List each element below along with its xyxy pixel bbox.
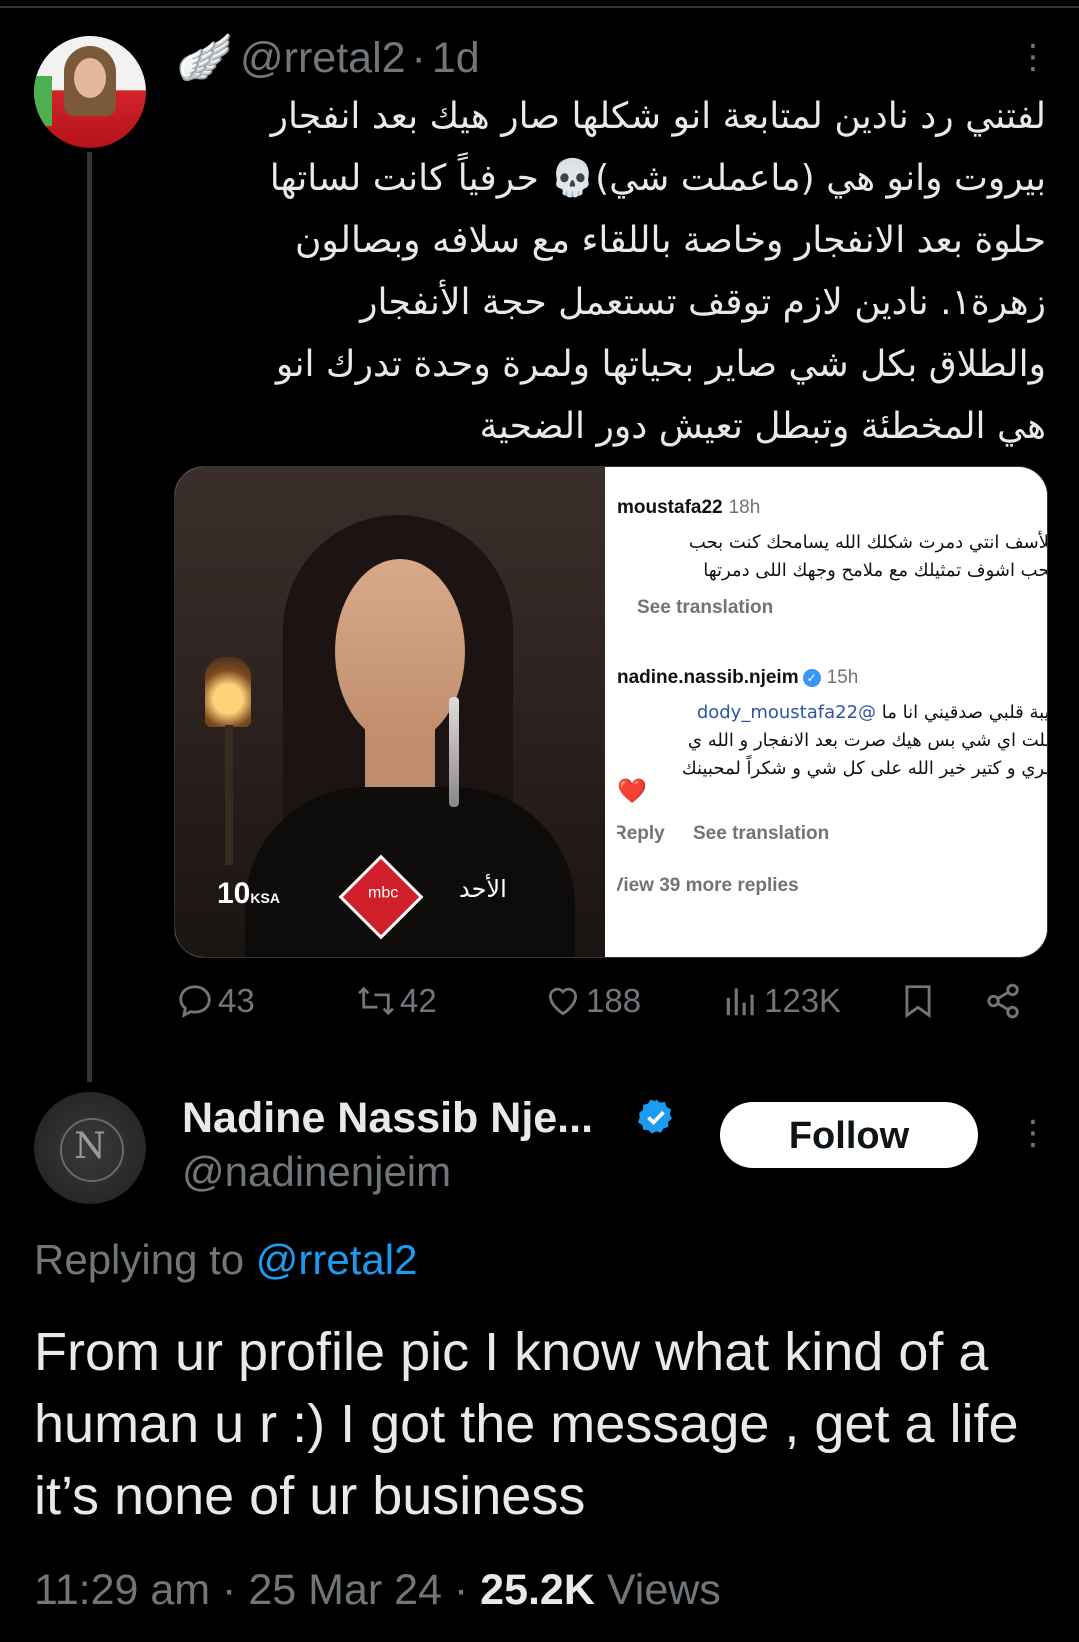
- channel-number: 10: [217, 877, 251, 910]
- parent-time: 1d: [431, 34, 480, 82]
- parent-tweet-text: لفتني رد نادين لمتابعة انو شكلها صار هيك…: [190, 86, 1046, 458]
- comment2-username: nadine.nassib.njeim: [617, 667, 799, 688]
- photo-dress: [245, 787, 575, 957]
- reply-tweet-text: From ur profile pic I know what kind of …: [34, 1322, 1019, 1526]
- see-translation-link: See translation: [693, 823, 830, 844]
- tweet-line: بيروت وانو هي (ماعملت شي)💀 حرفياً كانت ل…: [269, 158, 1046, 199]
- reply-handle[interactable]: @nadinenjeim: [182, 1148, 451, 1196]
- comment2-line: ملت اي شي بس هيك صرت بعد الانفجار و الله…: [687, 730, 1047, 751]
- reply-display-name[interactable]: Nadine Nassib Nje...: [182, 1094, 593, 1143]
- see-translation-link: See translation: [637, 597, 774, 618]
- thread-connector: [87, 152, 92, 1082]
- lamp: [205, 657, 251, 727]
- heart-emoji-icon: ❤️: [617, 778, 647, 805]
- reply-action[interactable]: 43: [176, 982, 255, 1020]
- avatar-monogram: N: [74, 1126, 106, 1167]
- replying-to-link[interactable]: @rretal2: [256, 1236, 418, 1283]
- parent-handle-row[interactable]: @rretal2 · 1d: [240, 34, 480, 83]
- tweet-line: حلوة بعد الانفجار وخاصة باللقاء مع سلافه…: [294, 220, 1046, 261]
- analytics-icon: [726, 988, 754, 1016]
- photo-earring: [449, 697, 459, 807]
- wing-icon: 🪽: [176, 31, 234, 83]
- heart-icon: [548, 987, 578, 1016]
- tweet-date[interactable]: 25 Mar 24: [248, 1566, 442, 1614]
- photo-face: [335, 559, 465, 744]
- follow-button[interactable]: Follow: [720, 1102, 978, 1168]
- replying-to: Replying to @rretal2: [34, 1236, 417, 1284]
- comment2-user: nadine.nassib.njeim ✓ 15h: [617, 667, 858, 689]
- top-divider: [0, 6, 1079, 8]
- views-action[interactable]: 123K: [722, 982, 841, 1020]
- channel-sub: KSA: [250, 890, 280, 906]
- tweet-line: والطلاق بكل شي صاير بحياتها ولمرة وحدة ت…: [275, 344, 1046, 385]
- share-icon: [987, 983, 1019, 1019]
- more-options-icon[interactable]: ⋮: [1016, 1116, 1050, 1150]
- day-label: الأحد: [459, 875, 507, 903]
- comment2-line: مري و كتير خير الله على كل شي و شكراً لم…: [681, 758, 1047, 779]
- comment2-time: 15h: [826, 667, 859, 688]
- repost-icon: [358, 986, 394, 1016]
- action-bar: 43 42 188 123K: [176, 982, 1046, 1032]
- repost-action[interactable]: 42: [356, 982, 437, 1020]
- replying-prefix: Replying to: [34, 1236, 245, 1283]
- reply-link: Reply: [617, 823, 665, 844]
- comment1-time: 18h: [728, 497, 761, 518]
- share-action[interactable]: [984, 982, 1026, 1020]
- reply-avatar[interactable]: N: [34, 1092, 146, 1204]
- verified-badge-icon: ✓: [802, 668, 821, 687]
- repost-count: 42: [400, 982, 437, 1019]
- tweet-line: لفتني رد نادين لمتابعة انو شكلها صار هيك…: [270, 96, 1046, 137]
- bookmark-action[interactable]: [900, 982, 940, 1020]
- comment1-line: يحب اشوف تمثيلك مع ملامح وجهك اللى دمرته…: [703, 560, 1047, 581]
- comment1-user: moustafa22 18h: [617, 497, 760, 519]
- mbc-logo-text: mbc: [367, 884, 399, 902]
- media-screenshot[interactable]: moustafa22 18h للأسف انتي دمرت شكلك الله …: [617, 467, 1047, 957]
- media-photo[interactable]: 10KSA mbc الأحد: [175, 467, 605, 957]
- view-more-replies: View 39 more replies: [617, 875, 799, 896]
- tweet-time[interactable]: 11:29 am: [34, 1566, 210, 1614]
- reply-count: 43: [218, 982, 255, 1019]
- parent-avatar[interactable]: [34, 36, 146, 148]
- comment1-line: للأسف انتي دمرت شكلك الله يسامحك كنت بحب: [688, 532, 1047, 553]
- views-count: 123K: [764, 982, 842, 1019]
- like-action[interactable]: 188: [544, 982, 641, 1020]
- verified-badge-icon: [638, 1099, 672, 1134]
- comment2-first-line: بيبة قلبي صدقيني انا ما @dody_moustafa22: [617, 699, 1047, 727]
- comment2-first: بيبة قلبي صدقيني انا ما: [881, 702, 1047, 723]
- bookmark-icon: [905, 985, 931, 1019]
- comment2-mention: @dody_moustafa22: [696, 702, 877, 723]
- tweet-line: هي المخطئة وتبطل تعيش دور الضحية: [479, 406, 1046, 447]
- comment1-username: moustafa22: [617, 497, 723, 518]
- channel-label: 10KSA: [217, 877, 280, 911]
- tweet-media[interactable]: 10KSA mbc الأحد moustafa22 18h للأسف انتي…: [174, 466, 1048, 958]
- views-label: Views: [606, 1566, 721, 1614]
- reply-icon: [179, 985, 211, 1018]
- more-options-icon[interactable]: ⋮: [1016, 40, 1050, 74]
- views-count-bold: 25.2K: [480, 1566, 595, 1614]
- tweet-line: زهرة١. نادين لازم توقف تستعمل حجة الأنفج…: [360, 282, 1046, 323]
- lamp-stand: [225, 725, 233, 865]
- parent-handle[interactable]: @rretal2: [240, 34, 406, 82]
- like-count: 188: [586, 982, 642, 1019]
- tweet-meta: 11:29 am · 25 Mar 24 · 25.2K Views: [34, 1566, 721, 1614]
